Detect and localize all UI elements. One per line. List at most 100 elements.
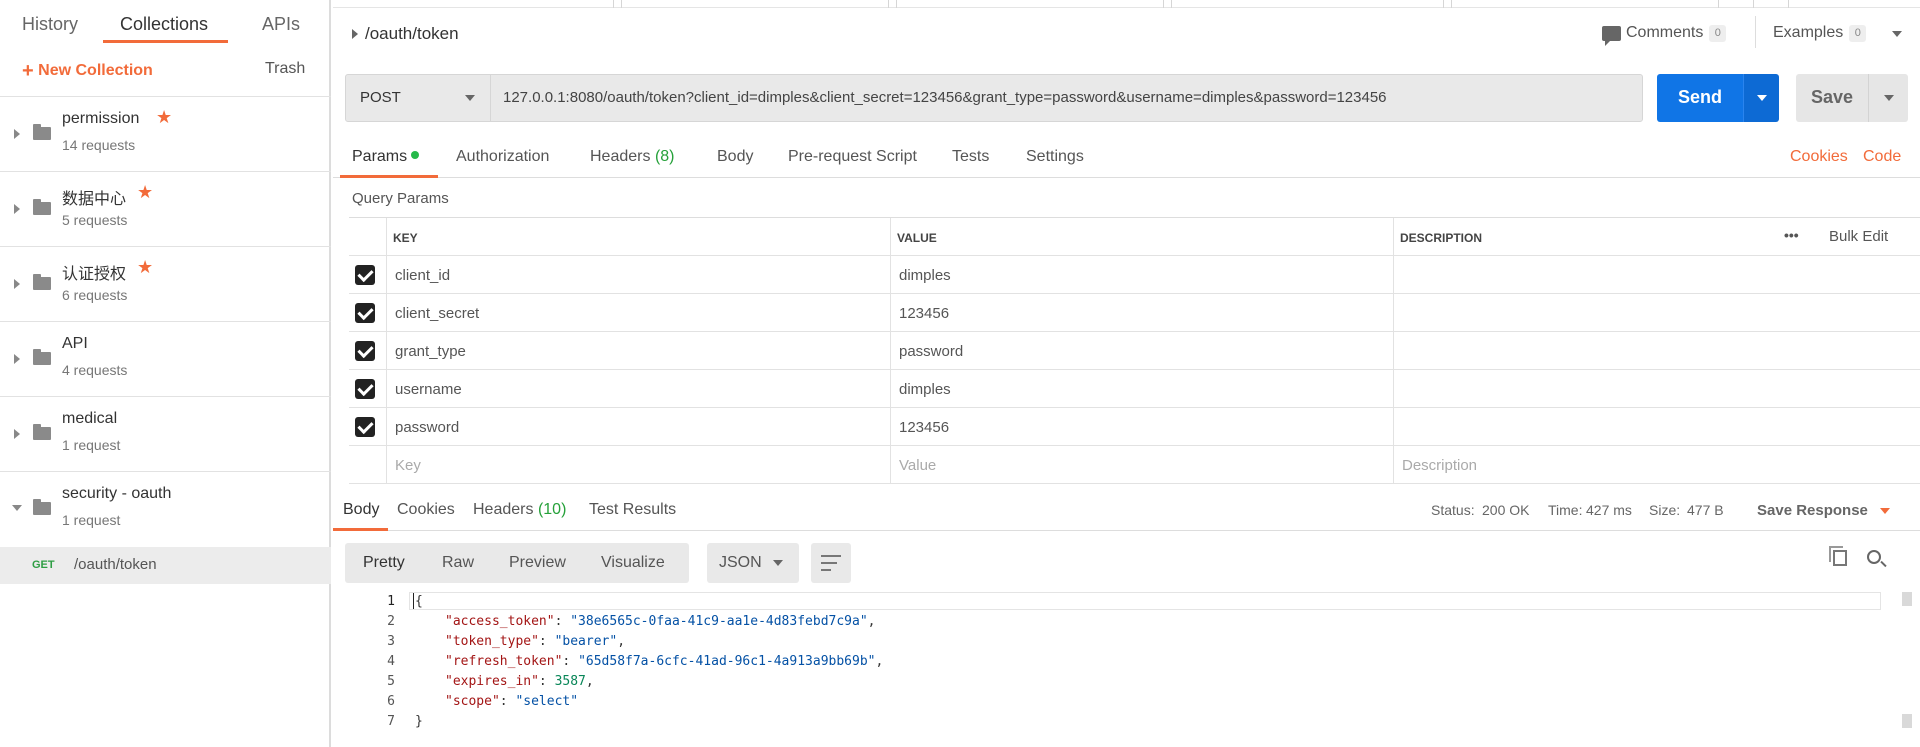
request-item[interactable]: GET /oauth/token — [0, 547, 331, 584]
param-key[interactable]: client_secret — [386, 294, 890, 332]
param-value[interactable]: dimples — [890, 370, 1393, 408]
visualize-button[interactable]: Visualize — [601, 554, 665, 572]
save-button[interactable]: Save — [1796, 74, 1868, 122]
chevron-right-icon[interactable] — [14, 354, 20, 364]
tab-headers[interactable]: Headers (8) — [590, 148, 675, 166]
chevron-down-icon — [1884, 95, 1894, 101]
star-icon[interactable]: ★ — [137, 257, 153, 278]
request-title[interactable]: /oauth/token — [365, 24, 459, 44]
row-checkbox[interactable] — [355, 341, 375, 361]
collection-item[interactable]: 认证授权 ★ 6 requests — [0, 246, 331, 321]
table-row: client_secret 123456 — [349, 294, 1920, 332]
star-icon[interactable]: ★ — [156, 107, 172, 128]
json-key: "access_token" — [445, 614, 555, 629]
table-row: username dimples — [349, 370, 1920, 408]
plus-icon: + — [22, 60, 34, 82]
star-icon[interactable]: ★ — [137, 182, 153, 203]
param-key[interactable]: grant_type — [386, 332, 890, 370]
new-value-input[interactable]: Value — [890, 446, 1393, 484]
request-tabs: Params Authorization Headers (8) Body Pr… — [333, 140, 1920, 178]
param-key[interactable]: username — [386, 370, 890, 408]
param-value[interactable]: dimples — [890, 256, 1393, 294]
tab-prerequest-script[interactable]: Pre-request Script — [788, 148, 917, 166]
collection-item[interactable]: security - oauth 1 request — [0, 471, 331, 546]
param-key[interactable]: client_id — [386, 256, 890, 294]
more-options-icon[interactable]: ••• — [1784, 227, 1799, 243]
chevron-down-icon[interactable] — [12, 505, 22, 511]
row-checkbox[interactable] — [355, 265, 375, 285]
bulk-edit-link[interactable]: Bulk Edit — [1829, 228, 1888, 245]
param-description[interactable] — [1393, 370, 1920, 408]
param-description[interactable] — [1393, 256, 1920, 294]
tab-authorization[interactable]: Authorization — [456, 148, 549, 166]
tab-divider — [1171, 0, 1172, 8]
tab-params[interactable]: Params — [352, 148, 420, 166]
row-checkbox[interactable] — [355, 303, 375, 323]
tab-tests[interactable]: Tests — [952, 148, 989, 166]
row-checkbox[interactable] — [355, 417, 375, 437]
wrap-lines-button[interactable] — [811, 543, 851, 583]
trash-button[interactable]: Trash — [265, 60, 305, 78]
collection-item[interactable]: API 4 requests — [0, 321, 331, 396]
save-response-button[interactable]: Save Response — [1757, 502, 1868, 519]
collection-item[interactable]: permission ★ 14 requests — [0, 96, 331, 171]
status-value: 200 OK — [1482, 502, 1530, 518]
chevron-right-icon[interactable] — [14, 279, 20, 289]
new-collection-button[interactable]: + New Collection — [22, 60, 153, 83]
pretty-button[interactable]: Pretty — [363, 554, 405, 572]
send-options-button[interactable] — [1743, 74, 1779, 122]
tab-apis[interactable]: APIs — [262, 14, 300, 35]
chevron-right-icon[interactable] — [14, 204, 20, 214]
tab-history[interactable]: History — [22, 14, 78, 35]
tab-divider — [1788, 0, 1789, 8]
tab-response-body[interactable]: Body — [343, 501, 379, 519]
response-body-editor[interactable]: 1 2 3 4 5 6 7 { "access_token": "38e6565… — [333, 592, 1920, 747]
new-key-input[interactable]: Key — [386, 446, 890, 484]
url-input[interactable]: 127.0.0.1:8080/oauth/token?client_id=dim… — [503, 89, 1387, 106]
raw-button[interactable]: Raw — [442, 554, 474, 572]
chevron-down-icon[interactable] — [1892, 31, 1902, 37]
table-header: KEY VALUE DESCRIPTION ••• Bulk Edit — [349, 218, 1920, 256]
method-value: POST — [360, 89, 401, 106]
tab-collections[interactable]: Collections — [120, 14, 208, 35]
comments-button[interactable]: Comments 0 — [1626, 24, 1727, 42]
param-value[interactable]: 123456 — [890, 408, 1393, 446]
comments-label: Comments — [1626, 24, 1704, 41]
param-key[interactable]: password — [386, 408, 890, 446]
method-select[interactable]: POST — [346, 75, 491, 121]
search-icon[interactable] — [1867, 550, 1881, 564]
tab-body[interactable]: Body — [717, 148, 753, 166]
collection-item[interactable]: 数据中心 ★ 5 requests — [0, 171, 331, 246]
collection-item[interactable]: medical 1 request — [0, 396, 331, 471]
preview-button[interactable]: Preview — [509, 554, 566, 572]
comments-count-badge: 0 — [1709, 25, 1727, 42]
code-link[interactable]: Code — [1863, 148, 1901, 166]
cookies-link[interactable]: Cookies — [1790, 148, 1848, 166]
tab-divider — [1451, 0, 1452, 8]
scrollbar-thumb[interactable] — [1902, 714, 1912, 728]
table-row: client_id dimples — [349, 256, 1920, 294]
chevron-right-icon[interactable] — [14, 429, 20, 439]
json-key: "expires_in" — [445, 674, 539, 689]
scrollbar-thumb[interactable] — [1902, 592, 1912, 606]
tab-response-cookies[interactable]: Cookies — [397, 501, 455, 519]
tab-response-headers[interactable]: Headers (10) — [473, 501, 566, 519]
param-description[interactable] — [1393, 294, 1920, 332]
chevron-right-icon[interactable] — [14, 129, 20, 139]
param-description[interactable] — [1393, 332, 1920, 370]
new-description-input[interactable]: Description — [1393, 446, 1920, 484]
row-checkbox[interactable] — [355, 379, 375, 399]
json-line: "access_token": "38e6565c-0faa-41c9-aa1e… — [445, 614, 876, 629]
chevron-down-icon[interactable] — [1880, 508, 1890, 514]
tab-settings[interactable]: Settings — [1026, 148, 1084, 166]
param-description[interactable] — [1393, 408, 1920, 446]
param-value[interactable]: password — [890, 332, 1393, 370]
examples-button[interactable]: Examples 0 — [1773, 24, 1867, 42]
format-select[interactable]: JSON — [707, 543, 799, 583]
copy-icon[interactable] — [1829, 546, 1847, 566]
tab-test-results[interactable]: Test Results — [589, 501, 676, 519]
caret-right-icon[interactable] — [352, 29, 358, 39]
sidebar-tabs: History Collections APIs — [0, 0, 331, 48]
save-options-button[interactable] — [1868, 74, 1908, 122]
param-value[interactable]: 123456 — [890, 294, 1393, 332]
